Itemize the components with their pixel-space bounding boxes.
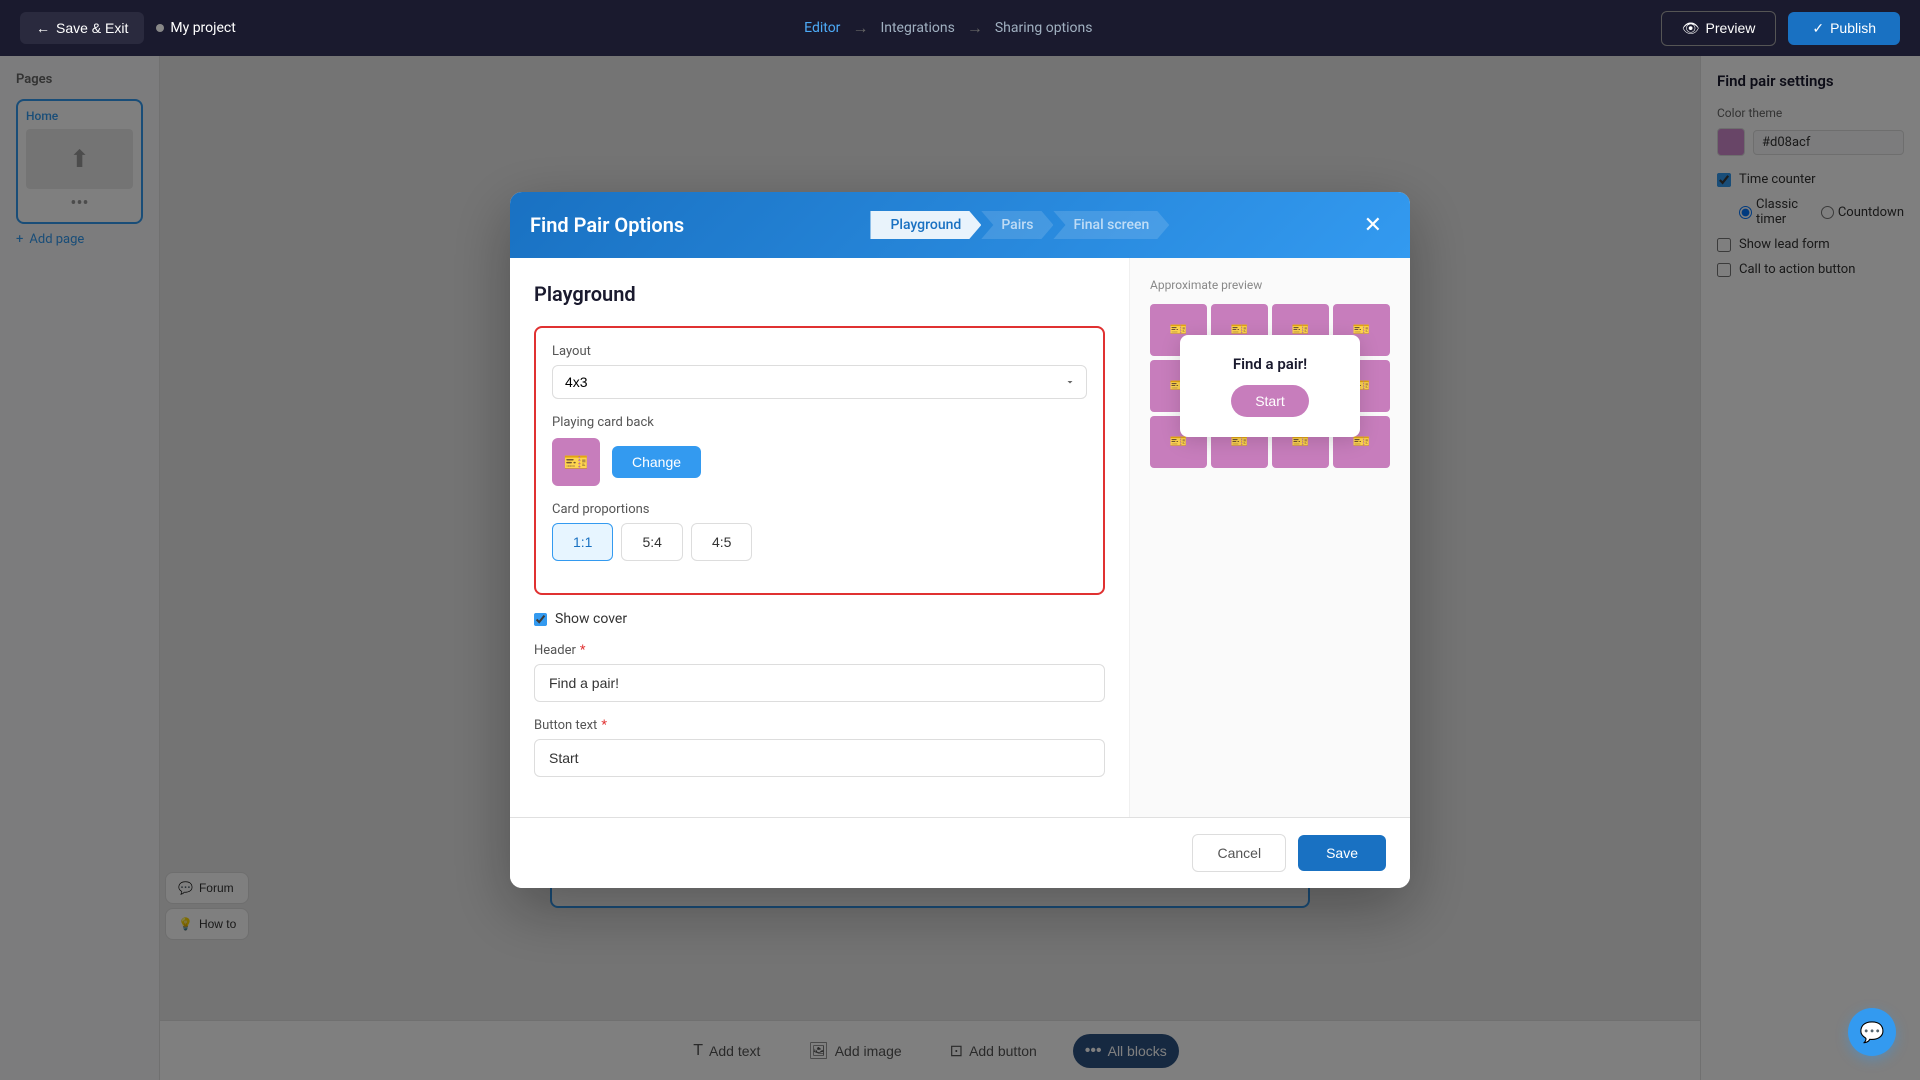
modal-title: Find Pair Options: [530, 213, 684, 237]
unsaved-indicator: [156, 24, 164, 32]
modal-left-panel: Playground Layout 4x3 3x4 2x6 Playing ca…: [510, 258, 1130, 817]
header-input[interactable]: [534, 664, 1105, 702]
sharing-options-link[interactable]: Sharing options: [995, 20, 1093, 36]
preview-label: Approximate preview: [1150, 278, 1390, 292]
nav-arrow-1: →: [852, 18, 868, 38]
step-final-screen[interactable]: Final screen: [1053, 211, 1169, 239]
playing-card-section: Playing card back 🎫 Change: [552, 415, 1087, 486]
show-cover-row: Show cover: [534, 611, 1105, 627]
find-pair-options-modal: Find Pair Options Playground Pairs Final…: [510, 192, 1410, 888]
change-card-button[interactable]: Change: [612, 446, 701, 478]
show-cover-label: Show cover: [555, 611, 627, 627]
project-name: My project: [156, 20, 235, 36]
proportion-1-1[interactable]: 1:1: [552, 523, 613, 561]
playing-card-back-label: Playing card back: [552, 415, 1087, 430]
save-exit-button[interactable]: ← Save & Exit: [20, 12, 144, 44]
modal-steps: Playground Pairs Final screen: [870, 211, 1169, 239]
header-required: *: [580, 643, 586, 658]
proportion-5-4[interactable]: 5:4: [621, 523, 682, 561]
modal-overlay: Find Pair Options Playground Pairs Final…: [0, 0, 1920, 1080]
modal-body: Playground Layout 4x3 3x4 2x6 Playing ca…: [510, 258, 1410, 817]
editor-link[interactable]: Editor: [804, 20, 840, 36]
layout-section: Layout 4x3 3x4 2x6 Playing card back 🎫 C…: [534, 326, 1105, 595]
button-text-label: Button text *: [534, 718, 1105, 733]
arrow-left-icon: ←: [36, 20, 50, 36]
card-proportions-options: 1:1 5:4 4:5: [552, 523, 1087, 561]
preview-container: 🎫 🎫 🎫 🎫 🎫 🎫 🎫 🎫 🎫 🎫 🎫 🎫: [1150, 304, 1390, 468]
header-form-group: Header *: [534, 643, 1105, 702]
layout-form-group: Layout 4x3 3x4 2x6: [552, 344, 1087, 399]
header-label: Header *: [534, 643, 1105, 658]
preview-button[interactable]: 👁 Preview: [1661, 11, 1777, 46]
card-proportions-group: Card proportions 1:1 5:4 4:5: [552, 502, 1087, 561]
playing-card-row: 🎫 Change: [552, 438, 1087, 486]
step-playground[interactable]: Playground: [870, 211, 981, 239]
cancel-button[interactable]: Cancel: [1192, 834, 1286, 872]
button-text-form-group: Button text *: [534, 718, 1105, 777]
modal-header: Find Pair Options Playground Pairs Final…: [510, 192, 1410, 258]
integrations-link[interactable]: Integrations: [880, 20, 954, 36]
button-text-input[interactable]: [534, 739, 1105, 777]
top-navigation: ← Save & Exit My project Editor → Integr…: [0, 0, 1920, 56]
proportion-4-5[interactable]: 4:5: [691, 523, 752, 561]
nav-right: 👁 Preview ✓ Publish: [1661, 11, 1900, 46]
modal-footer: Cancel Save: [510, 817, 1410, 888]
modal-right-panel: Approximate preview 🎫 🎫 🎫 🎫 🎫 🎫 🎫 🎫 🎫 🎫: [1130, 258, 1410, 817]
step-pairs[interactable]: Pairs: [981, 211, 1053, 239]
nav-arrow-2: →: [967, 18, 983, 38]
publish-button[interactable]: ✓ Publish: [1788, 12, 1900, 45]
modal-close-button[interactable]: ✕: [1356, 208, 1390, 242]
check-icon: ✓: [1812, 20, 1824, 37]
chat-icon: 💬: [1860, 1020, 1885, 1044]
preview-overlay-title: Find a pair!: [1208, 355, 1332, 373]
playing-card-thumbnail: 🎫: [552, 438, 600, 486]
preview-start-button[interactable]: Start: [1231, 385, 1309, 417]
card-proportions-label: Card proportions: [552, 502, 1087, 517]
show-cover-checkbox[interactable]: [534, 613, 547, 626]
nav-center: Editor → Integrations → Sharing options: [804, 18, 1092, 38]
save-button[interactable]: Save: [1298, 835, 1386, 871]
preview-overlay: Find a pair! Start: [1180, 335, 1360, 437]
chat-support-button[interactable]: 💬: [1848, 1008, 1896, 1056]
playground-section-title: Playground: [534, 282, 1105, 306]
button-text-required: *: [601, 718, 607, 733]
layout-label: Layout: [552, 344, 1087, 359]
eye-icon: 👁: [1682, 20, 1700, 37]
nav-left: ← Save & Exit My project: [20, 12, 236, 44]
layout-select[interactable]: 4x3 3x4 2x6: [552, 365, 1087, 399]
